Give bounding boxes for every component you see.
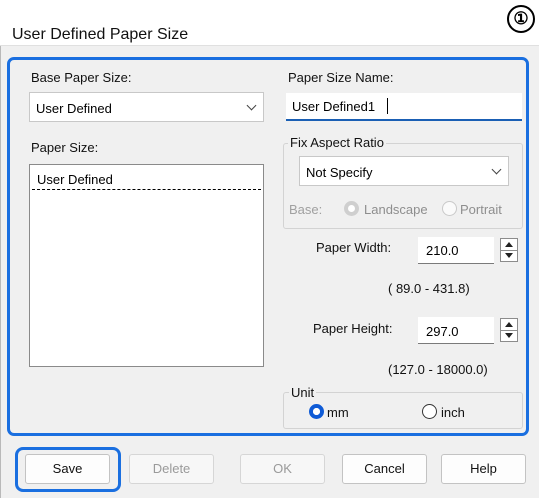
mm-radio[interactable] — [309, 404, 324, 419]
fix-aspect-ratio-label: Fix Aspect Ratio — [288, 135, 386, 150]
step-number-badge: ① — [507, 5, 535, 33]
paper-height-input[interactable]: 297.0 — [418, 317, 494, 344]
delete-button[interactable]: Delete — [129, 454, 214, 484]
list-item[interactable]: User Defined — [32, 168, 261, 190]
fix-aspect-ratio-value: Not Specify — [306, 165, 373, 180]
arrow-down-icon — [505, 253, 513, 258]
paper-width-value: 210.0 — [426, 243, 459, 258]
mm-label: mm — [327, 405, 349, 420]
inch-radio[interactable] — [422, 404, 437, 419]
paper-height-value: 297.0 — [426, 324, 459, 339]
paper-height-range: (127.0 - 18000.0) — [388, 362, 488, 377]
text-cursor — [387, 98, 388, 114]
arrow-down-icon — [505, 333, 513, 338]
paper-width-spinner[interactable] — [500, 238, 518, 262]
arrow-up-icon — [505, 242, 513, 247]
paper-height-spinner[interactable] — [500, 318, 518, 342]
paper-width-input[interactable]: 210.0 — [418, 237, 494, 264]
paper-size-name-input[interactable]: User Defined1 — [286, 93, 522, 121]
landscape-radio[interactable] — [344, 201, 359, 216]
paper-height-label: Paper Height: — [313, 321, 393, 336]
inch-label: inch — [441, 405, 465, 420]
unit-label: Unit — [289, 385, 317, 400]
base-label: Base: — [289, 202, 323, 217]
base-paper-size-select[interactable]: User Defined — [29, 92, 264, 122]
paper-size-label: Paper Size: — [31, 140, 99, 155]
chevron-down-icon — [246, 100, 257, 111]
paper-width-label: Paper Width: — [316, 240, 392, 255]
base-paper-size-label: Base Paper Size: — [31, 70, 132, 85]
chevron-down-icon — [491, 164, 502, 175]
cancel-button[interactable]: Cancel — [342, 454, 427, 484]
paper-size-name-label: Paper Size Name: — [288, 70, 394, 85]
paper-width-range: ( 89.0 - 431.8) — [388, 281, 470, 296]
landscape-label: Landscape — [364, 202, 428, 217]
ok-button[interactable]: OK — [240, 454, 325, 484]
fix-aspect-ratio-select[interactable]: Not Specify — [299, 156, 509, 186]
save-button-highlight — [15, 447, 121, 492]
arrow-up-icon — [505, 322, 513, 327]
paper-size-name-value: User Defined1 — [292, 99, 376, 114]
paper-size-list[interactable]: User Defined — [29, 164, 264, 367]
portrait-label: Portrait — [460, 202, 502, 217]
portrait-radio[interactable] — [442, 201, 457, 216]
help-button[interactable]: Help — [441, 454, 526, 484]
dialog-title: User Defined Paper Size — [12, 26, 189, 43]
base-paper-size-value: User Defined — [36, 101, 112, 116]
